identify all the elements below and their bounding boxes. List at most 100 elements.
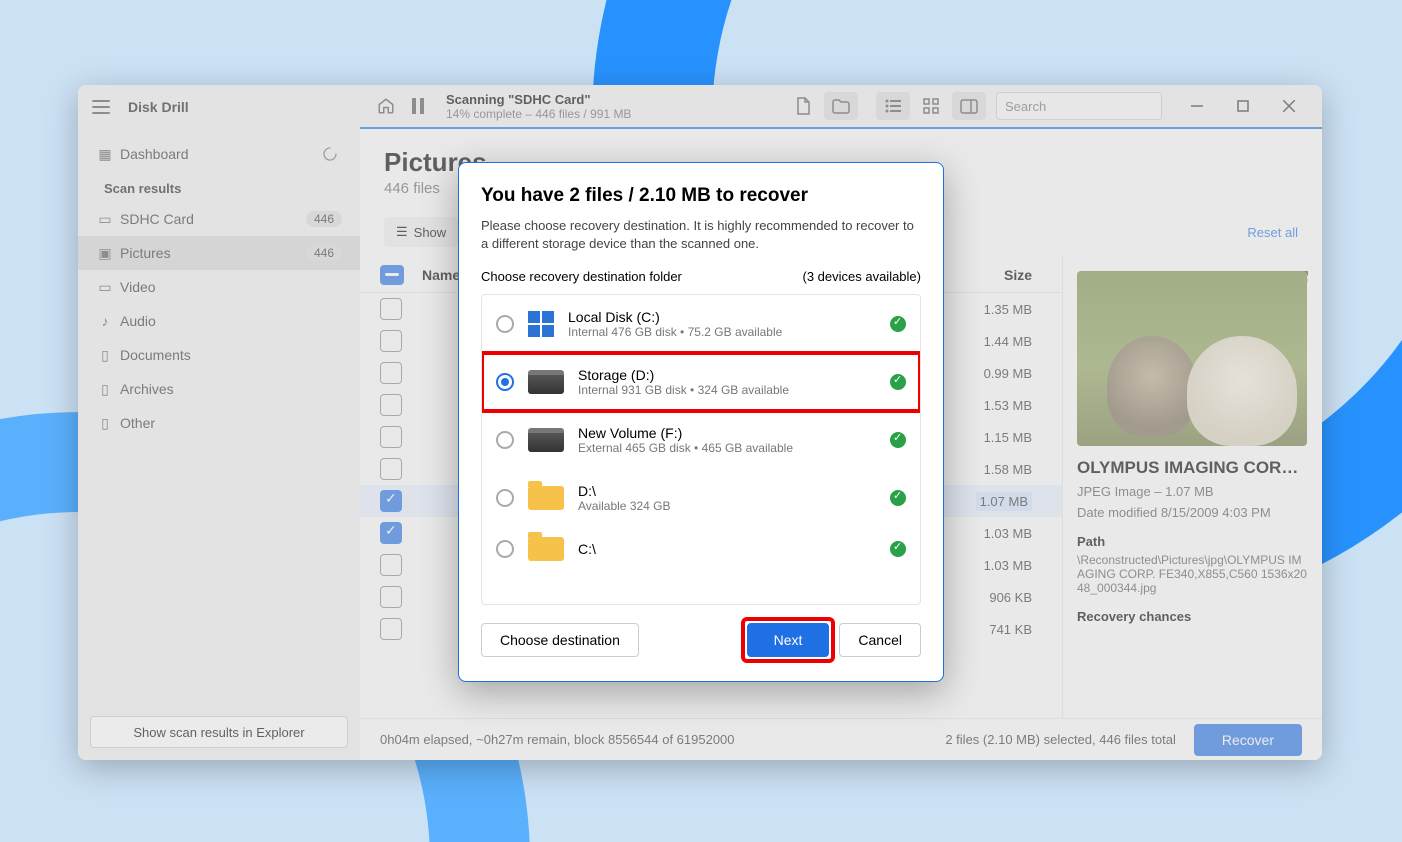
sidebar-item-label: Archives <box>120 381 174 397</box>
radio-button[interactable] <box>496 431 514 449</box>
home-button[interactable] <box>370 90 402 122</box>
row-size: 1.35 MB <box>984 302 1032 317</box>
check-ok-icon <box>890 541 906 557</box>
show-filter-chip[interactable]: ☰Show <box>384 217 458 247</box>
row-checkbox[interactable] <box>380 426 402 448</box>
radio-button[interactable] <box>496 373 514 391</box>
row-size: 906 KB <box>989 590 1032 605</box>
destination-name: C:\ <box>578 541 876 557</box>
other-icon: ▯ <box>96 415 114 432</box>
row-checkbox[interactable] <box>380 362 402 384</box>
row-checkbox[interactable] <box>380 394 402 416</box>
minimize-button[interactable] <box>1174 90 1220 122</box>
row-size: 741 KB <box>989 622 1032 637</box>
file-icon[interactable] <box>786 92 820 120</box>
reset-all-link[interactable]: Reset all <box>1247 225 1298 240</box>
destination-name: New Volume (F:) <box>578 425 876 441</box>
sidebar-item-archives[interactable]: ▯ Archives <box>78 372 360 406</box>
scan-title: Scanning "SDHC Card" <box>446 92 631 107</box>
folder-icon[interactable] <box>824 92 858 120</box>
destination-new-volume-f[interactable]: New Volume (F:) External 465 GB disk • 4… <box>482 411 920 469</box>
row-checkbox[interactable] <box>380 298 402 320</box>
close-button[interactable] <box>1266 90 1312 122</box>
search-field[interactable] <box>1005 99 1181 114</box>
choose-folder-label: Choose recovery destination folder <box>481 269 682 284</box>
disk-icon: ▭ <box>96 211 114 228</box>
folder-icon <box>528 486 564 510</box>
destination-name: D:\ <box>578 483 876 499</box>
search-input[interactable] <box>996 92 1162 120</box>
row-checkbox[interactable] <box>380 586 402 608</box>
row-checkbox[interactable] <box>380 330 402 352</box>
row-checkbox[interactable] <box>380 554 402 576</box>
check-ok-icon <box>890 490 906 506</box>
destination-detail: External 465 GB disk • 465 GB available <box>578 441 876 455</box>
column-header-name[interactable]: Name <box>422 267 460 283</box>
destination-local-disk-c[interactable]: Local Disk (C:) Internal 476 GB disk • 7… <box>482 295 920 353</box>
radio-button[interactable] <box>496 315 514 333</box>
row-checkbox[interactable] <box>380 490 402 512</box>
spinner-icon <box>322 146 338 162</box>
column-header-size[interactable]: Size <box>1004 267 1032 283</box>
radio-button[interactable] <box>496 540 514 558</box>
recovery-destination-dialog: You have 2 files / 2.10 MB to recover Pl… <box>458 162 944 682</box>
check-ok-icon <box>890 374 906 390</box>
sidebar-item-label: Dashboard <box>120 146 189 162</box>
check-ok-icon <box>890 316 906 332</box>
detail-recovery-label: Recovery chances <box>1077 609 1308 624</box>
windows-drive-icon <box>528 311 554 337</box>
destination-folder-c[interactable]: C:\ <box>482 527 920 571</box>
devices-available-label: (3 devices available) <box>802 269 921 284</box>
row-size: 1.44 MB <box>984 334 1032 349</box>
destination-detail: Available 324 GB <box>578 499 876 513</box>
check-ok-icon <box>890 432 906 448</box>
sidebar-item-sdhc-card[interactable]: ▭ SDHC Card 446 <box>78 202 360 236</box>
sidebar-item-dashboard[interactable]: ▦ Dashboard <box>78 137 360 171</box>
row-checkbox[interactable] <box>380 618 402 640</box>
sidebar-item-audio[interactable]: ♪ Audio <box>78 304 360 338</box>
row-size: 1.15 MB <box>984 430 1032 445</box>
sidebar-item-documents[interactable]: ▯ Documents <box>78 338 360 372</box>
list-view-icon[interactable] <box>876 92 910 120</box>
app-title: Disk Drill <box>128 99 189 115</box>
disk-drive-icon <box>528 370 564 394</box>
panel-toggle-icon[interactable] <box>952 92 986 120</box>
toolbar: Scanning "SDHC Card" 14% complete – 446 … <box>360 85 1322 129</box>
destination-name: Storage (D:) <box>578 367 876 383</box>
count-badge: 446 <box>306 211 342 227</box>
radio-button[interactable] <box>496 489 514 507</box>
video-icon: ▭ <box>96 279 114 296</box>
dashboard-icon: ▦ <box>96 146 114 163</box>
show-in-explorer-button[interactable]: Show scan results in Explorer <box>90 716 348 748</box>
pause-button[interactable] <box>402 90 434 122</box>
sidebar-item-pictures[interactable]: ▣ Pictures 446 <box>78 236 360 270</box>
cancel-button[interactable]: Cancel <box>839 623 921 657</box>
row-size: 1.07 MB <box>976 492 1032 511</box>
sidebar-item-label: Pictures <box>120 245 171 261</box>
audio-icon: ♪ <box>96 313 114 329</box>
destination-name: Local Disk (C:) <box>568 309 876 325</box>
menu-icon[interactable] <box>92 100 110 114</box>
row-checkbox[interactable] <box>380 458 402 480</box>
destination-storage-d[interactable]: Storage (D:) Internal 931 GB disk • 324 … <box>482 353 920 411</box>
archive-icon: ▯ <box>96 381 114 398</box>
row-checkbox[interactable] <box>380 522 402 544</box>
scan-progress-text: 14% complete – 446 files / 991 MB <box>446 107 631 121</box>
maximize-button[interactable] <box>1220 90 1266 122</box>
detail-filename: OLYMPUS IMAGING COR… <box>1077 458 1308 478</box>
detail-filetype: JPEG Image – 1.07 MB <box>1077 484 1308 499</box>
sidebar-item-other[interactable]: ▯ Other <box>78 406 360 440</box>
next-button[interactable]: Next <box>747 623 830 657</box>
details-panel: OLYMPUS IMAGING COR… JPEG Image – 1.07 M… <box>1062 257 1322 718</box>
sidebar-item-label: Audio <box>120 313 156 329</box>
choose-destination-button[interactable]: Choose destination <box>481 623 639 657</box>
destination-folder-d[interactable]: D:\ Available 324 GB <box>482 469 920 527</box>
grid-view-icon[interactable] <box>914 92 948 120</box>
select-all-checkbox[interactable] <box>380 265 404 285</box>
row-size: 1.03 MB <box>984 526 1032 541</box>
sidebar-item-video[interactable]: ▭ Video <box>78 270 360 304</box>
recover-button[interactable]: Recover <box>1194 724 1302 756</box>
status-bar: 0h04m elapsed, ~0h27m remain, block 8556… <box>360 718 1322 760</box>
sidebar: ▦ Dashboard Scan results ▭ SDHC Card 446… <box>78 129 360 760</box>
row-size: 0.99 MB <box>984 366 1032 381</box>
